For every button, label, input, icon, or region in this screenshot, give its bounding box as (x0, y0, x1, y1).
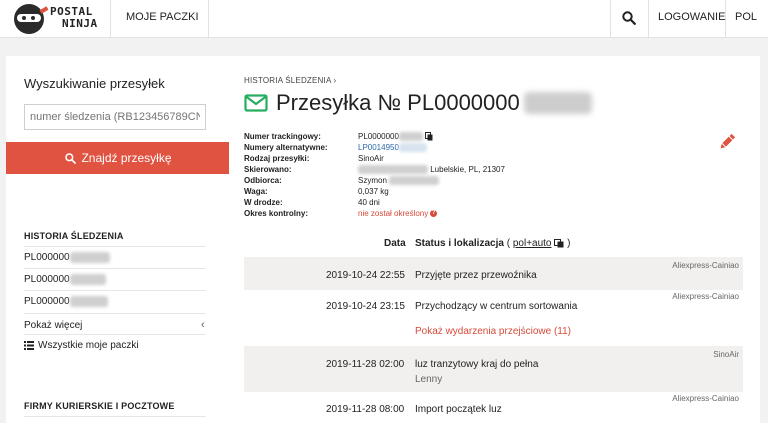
tracking-search-input[interactable] (24, 104, 206, 130)
event-carrier: Aliexpress-Cainiao (672, 394, 739, 403)
directed-value: Lubelskie, PL, 21307 (358, 165, 505, 175)
event-carrier: Aliexpress-Cainiao (672, 292, 739, 301)
event-date: 2019-10-24 22:55 (326, 270, 405, 281)
chevron-left-icon[interactable]: ‹ (201, 319, 205, 331)
site-logo[interactable]: POSTAL NINJA (14, 4, 110, 34)
nav-login[interactable]: LOGOWANIE (658, 11, 725, 23)
event-date: 2019-11-28 08:00 (326, 404, 405, 415)
history-item[interactable]: PL000000 (24, 274, 106, 285)
event-date: 2019-11-28 02:00 (326, 359, 405, 370)
carriers-title: FIRMY KURIERSKIE I POCZTOWE (24, 401, 175, 411)
nav-my-packages[interactable]: MOJE PACZKI (126, 11, 199, 23)
directed-label: Skierowano: (244, 165, 292, 174)
list-icon (24, 341, 34, 350)
nav-language[interactable]: POL (735, 11, 757, 23)
event-date: 2019-10-24 23:15 (326, 301, 405, 312)
tracking-number-value: PL0000000 (358, 132, 433, 142)
language-toggle[interactable]: pol+auto (513, 238, 552, 249)
main-panel: HISTORIA ŚLEDZENIA › Przesyłka № PL00000… (229, 56, 760, 423)
transit-label: W drodze: (244, 198, 283, 207)
control-period-label: Okres kontrolny: (244, 209, 309, 218)
page-title: Przesyłka № PL0000000 (276, 90, 520, 115)
ninja-logo-icon (14, 4, 44, 34)
events-status-header: Status i lokalizacja ( pol+auto ) (415, 238, 571, 249)
event-row: SinoAir 2019-11-28 02:00 luz tranzytowy … (244, 346, 743, 392)
events-date-header: Data (384, 238, 406, 249)
envelope-icon (244, 94, 268, 112)
event-carrier: Aliexpress-Cainiao (672, 261, 739, 270)
search-title: Wyszukiwanie przesyłek (24, 76, 165, 91)
find-package-label: Znajdź przesyłkę (81, 151, 172, 165)
package-type-value: SinoAir (358, 154, 384, 163)
search-icon[interactable] (622, 11, 636, 25)
show-more-link[interactable]: Pokaż więcej (24, 320, 82, 331)
alt-numbers-value[interactable]: LP0014950 (358, 143, 427, 153)
sidebar: Wyszukiwanie przesyłek Znajdź przesyłkę … (6, 56, 231, 423)
history-item[interactable]: PL000000 (24, 252, 110, 263)
find-package-button[interactable]: Znajdź przesyłkę (6, 142, 231, 174)
logo-text-line2: NINJA (62, 17, 98, 30)
event-location: Lenny (415, 374, 443, 385)
recipient-value: Szymon (358, 176, 440, 186)
event-row: Aliexpress-Cainiao 2019-10-24 22:55 Przy… (244, 257, 743, 290)
weight-value: 0,037 kg (358, 187, 389, 196)
show-transit-events-link[interactable]: Pokaż wydarzenia przejściowe (11) (415, 326, 571, 337)
tracking-number-label: Numer trackingowy: (244, 132, 321, 141)
transit-value: 40 dni (358, 198, 380, 207)
event-description: Import początek luz (415, 404, 502, 415)
event-description: Przychodzący w centrum sortowania (415, 301, 578, 312)
event-description: Przyjęte przez przewoźnika (415, 270, 537, 281)
all-packages-link[interactable]: Wszystkie moje paczki (24, 340, 139, 351)
event-description: luz tranzytowy kraj do pełna (415, 359, 539, 370)
help-icon[interactable]: ? (430, 210, 438, 218)
alt-numbers-label: Numery alternatywne: (244, 143, 328, 152)
copy-icon[interactable] (425, 132, 433, 141)
recipient-label: Odbiorca: (244, 176, 282, 185)
package-type-label: Rodzaj przesyłki: (244, 154, 310, 163)
top-header: POSTAL NINJA MOJE PACZKI LOGOWANIE POL (0, 0, 768, 38)
history-title: HISTORIA ŚLEDZENIA (24, 231, 124, 241)
search-icon (65, 152, 77, 164)
event-row: Aliexpress-Cainiao 2019-11-28 08:00 Impo… (244, 392, 743, 423)
history-item[interactable]: PL000000 (24, 296, 108, 307)
pencil-icon[interactable] (718, 133, 736, 151)
translate-icon[interactable] (554, 238, 564, 248)
control-period-value: nie został określony? (358, 209, 438, 218)
event-row: Aliexpress-Cainiao 2019-10-24 23:15 Przy… (244, 290, 743, 346)
event-carrier: SinoAir (713, 350, 739, 359)
breadcrumb[interactable]: HISTORIA ŚLEDZENIA › (244, 76, 336, 85)
weight-label: Waga: (244, 187, 268, 196)
